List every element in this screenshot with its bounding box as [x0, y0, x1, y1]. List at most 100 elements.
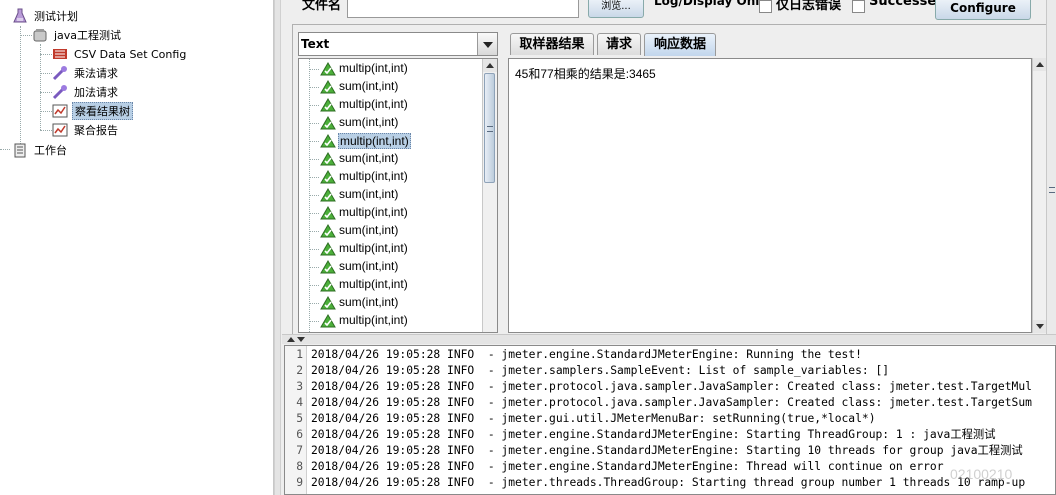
- sample-label: sum(int,int): [339, 79, 399, 93]
- sample-list-scrollbar[interactable]: [482, 59, 497, 332]
- sample-label: sum(int,int): [339, 151, 399, 165]
- successes-checkbox[interactable]: [852, 0, 865, 13]
- success-triangle-icon: [320, 278, 336, 292]
- tree-item-label: 测试计划: [34, 10, 78, 23]
- tree-connector: [40, 44, 41, 130]
- tree-connector: [20, 35, 32, 36]
- sample-result-item[interactable]: multip(int,int): [299, 204, 482, 222]
- browse-button[interactable]: 浏览...: [588, 0, 644, 18]
- log-line: 6 2018/04/26 19:05:28 INFO - jmeter.engin…: [285, 427, 1055, 443]
- log-text: 2018/04/26 19:05:28 INFO - jmeter.engine…: [311, 460, 944, 473]
- sample-result-item[interactable]: multip(int,int): [299, 168, 482, 186]
- sampler-icon: [52, 84, 68, 100]
- tree-item-workbench[interactable]: 工作台: [12, 141, 69, 159]
- line-number: 4: [296, 396, 303, 409]
- line-number: 6: [296, 428, 303, 441]
- response-data-textarea[interactable]: 45和77相乘的结果是:3465: [508, 58, 1032, 333]
- sample-label: multip(int,int): [339, 97, 408, 111]
- tree-connector: [309, 87, 319, 88]
- configure-button[interactable]: Configure: [935, 0, 1031, 20]
- response-scrollbar[interactable]: [1032, 58, 1046, 333]
- tree-connector: [40, 130, 52, 131]
- sample-result-item[interactable]: sum(int,int): [299, 222, 482, 240]
- log-text: 2018/04/26 19:05:28 INFO - jmeter.protoc…: [311, 396, 1032, 409]
- sample-label: multip(int,int): [339, 313, 408, 327]
- workbench-icon: [12, 142, 28, 158]
- success-triangle-icon: [320, 98, 336, 112]
- sample-result-item[interactable]: multip(int,int): [299, 312, 482, 330]
- sample-label: multip(int,int): [339, 61, 408, 75]
- log-panel-divider[interactable]: [282, 334, 1056, 344]
- log-line: 1 2018/04/26 19:05:28 INFO - jmeter.engin…: [285, 347, 1055, 363]
- sample-result-item[interactable]: sum(int,int): [299, 78, 482, 96]
- sample-result-list[interactable]: multip(int,int) sum(int,int) multip(int,in…: [298, 58, 498, 333]
- chevron-down-icon[interactable]: [477, 33, 497, 55]
- thread-group-icon: [32, 27, 48, 43]
- tree-item-label: 加法请求: [74, 86, 118, 99]
- sample-result-item[interactable]: sum(int,int): [299, 258, 482, 276]
- sample-result-item[interactable]: sum(int,int): [299, 114, 482, 132]
- outer-scrollbar[interactable]: [1046, 0, 1056, 334]
- listener-icon: [52, 103, 68, 119]
- tab-sampler-result[interactable]: 取样器结果: [510, 33, 594, 55]
- log-line: 2 2018/04/26 19:05:28 INFO - jmeter.sampl…: [285, 363, 1055, 379]
- tree-connector: [309, 321, 319, 322]
- scroll-up-icon[interactable]: [1033, 58, 1046, 71]
- tree-connector: [20, 26, 21, 148]
- tree-connector: [40, 92, 52, 93]
- sample-label: sum(int,int): [339, 295, 399, 309]
- tab-response-data[interactable]: 响应数据: [644, 33, 716, 56]
- line-number: 2: [296, 364, 303, 377]
- log-text: 2018/04/26 19:05:28 INFO - jmeter.thread…: [311, 476, 1026, 489]
- success-triangle-icon: [320, 134, 336, 148]
- sampler-icon: [52, 65, 68, 81]
- tree-connector: [40, 54, 52, 55]
- collapse-up-icon[interactable]: [287, 337, 295, 342]
- test-plan-tree[interactable]: 测试计划 java工程测试 CSV Data Set Config 乘法请求 加…: [0, 0, 274, 495]
- log-line: 5 2018/04/26 19:05:28 INFO - jmeter.gui.u…: [285, 411, 1055, 427]
- sample-result-item[interactable]: sum(int,int): [299, 294, 482, 312]
- tree-item-view-results-tree[interactable]: 察看结果树: [52, 102, 133, 120]
- filename-label: 文件名: [302, 0, 342, 13]
- collapse-down-icon[interactable]: [297, 337, 305, 342]
- sample-result-item[interactable]: sum(int,int): [299, 150, 482, 168]
- log-text: 2018/04/26 19:05:28 INFO - jmeter.protoc…: [311, 380, 1032, 393]
- success-triangle-icon: [320, 80, 336, 94]
- sample-label: sum(int,int): [339, 223, 399, 237]
- main-splitter[interactable]: [274, 0, 281, 495]
- sample-result-item[interactable]: multip(int,int): [299, 276, 482, 294]
- line-number: 5: [296, 412, 303, 425]
- tree-item-aggregate-report[interactable]: 聚合报告: [52, 121, 120, 139]
- scroll-thumb[interactable]: [484, 73, 495, 183]
- sample-result-item[interactable]: multip(int,int): [299, 96, 482, 114]
- success-triangle-icon: [320, 314, 336, 328]
- log-viewer[interactable]: 1 2018/04/26 19:05:28 INFO - jmeter.engin…: [284, 345, 1056, 495]
- tree-item-multiply-request[interactable]: 乘法请求: [52, 64, 120, 82]
- tree-connector: [309, 267, 319, 268]
- file-toolbar: 文件名 浏览... Log/Display Only: 仅日志错误 Succes…: [282, 0, 1056, 24]
- scroll-up-icon[interactable]: [483, 59, 497, 72]
- sample-label: multip(int,int): [338, 133, 411, 149]
- tree-connector: [309, 213, 319, 214]
- sample-result-item[interactable]: multip(int,int): [299, 132, 482, 150]
- tree-connector: [309, 285, 319, 286]
- grip-icon: [1049, 187, 1055, 193]
- success-triangle-icon: [320, 224, 336, 238]
- tree-item-test-plan[interactable]: 测试计划: [12, 7, 80, 25]
- successes-label: Successes: [869, 0, 944, 9]
- filename-input[interactable]: [347, 0, 579, 18]
- scroll-down-icon[interactable]: [1033, 320, 1046, 333]
- errors-only-checkbox[interactable]: [759, 0, 772, 13]
- sample-result-item[interactable]: multip(int,int): [299, 240, 482, 258]
- renderer-select[interactable]: Text: [298, 32, 498, 56]
- tree-item-csv-config[interactable]: CSV Data Set Config: [52, 45, 188, 63]
- tree-connector: [309, 105, 319, 106]
- tree-item-label: java工程测试: [54, 29, 122, 42]
- tree-item-thread-group[interactable]: java工程测试: [32, 26, 123, 44]
- sample-result-item[interactable]: sum(int,int): [299, 186, 482, 204]
- tab-request[interactable]: 请求: [597, 33, 641, 55]
- tree-connector: [309, 249, 319, 250]
- tree-item-add-request[interactable]: 加法请求: [52, 83, 120, 101]
- success-triangle-icon: [320, 206, 336, 220]
- sample-result-item[interactable]: multip(int,int): [299, 60, 482, 78]
